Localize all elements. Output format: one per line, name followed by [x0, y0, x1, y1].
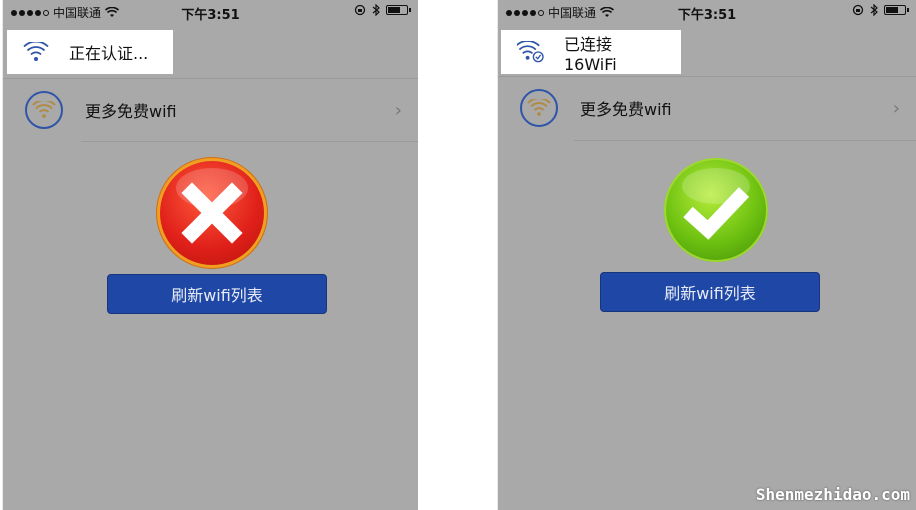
divider — [81, 141, 418, 142]
watermark: Shenmezhidao.com — [755, 485, 910, 504]
divider — [3, 78, 418, 79]
divider — [574, 140, 916, 141]
connection-status-toast: 已连接16WiFi — [501, 30, 681, 74]
status-bar: 中国联通 下午3:51 — [498, 0, 916, 23]
toast-text: 正在认证... — [69, 44, 149, 63]
phone-screen-auth-failed: 中国联通 下午3:51 正在认证... 更多免费wifi › 刷新wifi列表 — [2, 0, 418, 510]
chevron-right-icon: › — [394, 100, 402, 121]
wifi-icon — [23, 42, 49, 61]
more-wifi-label: 更多免费wifi — [580, 100, 672, 119]
wifi-circle-icon — [520, 89, 558, 127]
comparison-canvas: 中国联通 下午3:51 正在认证... 更多免费wifi › 刷新wifi列表 … — [0, 0, 916, 510]
refresh-wifi-list-button[interactable]: 刷新wifi列表 — [600, 272, 820, 312]
bluetooth-icon — [870, 4, 878, 16]
cross-icon — [157, 158, 267, 268]
more-free-wifi-row[interactable]: 更多免费wifi › — [498, 78, 916, 138]
rotation-lock-icon — [354, 4, 366, 16]
status-right — [354, 4, 411, 16]
phone-screen-connected: 中国联通 下午3:51 已连接16WiFi 更多免费wifi › 刷新wifi列… — [497, 0, 916, 510]
chevron-right-icon: › — [892, 98, 900, 119]
more-free-wifi-row[interactable]: 更多免费wifi › — [3, 80, 418, 140]
wifi-connected-icon — [517, 41, 544, 63]
battery-icon — [386, 5, 411, 15]
status-bar: 中国联通 下午3:51 — [3, 0, 418, 23]
more-wifi-label: 更多免费wifi — [85, 102, 177, 121]
connection-status-toast: 正在认证... — [7, 30, 173, 74]
divider — [498, 76, 916, 77]
wifi-circle-icon — [25, 91, 63, 129]
battery-icon — [884, 5, 909, 15]
bluetooth-icon — [372, 4, 380, 16]
rotation-lock-icon — [852, 4, 864, 16]
checkmark-icon — [664, 158, 768, 262]
toast-text: 已连接16WiFi — [563, 34, 617, 74]
refresh-wifi-list-button[interactable]: 刷新wifi列表 — [107, 274, 327, 314]
status-right — [852, 4, 909, 16]
